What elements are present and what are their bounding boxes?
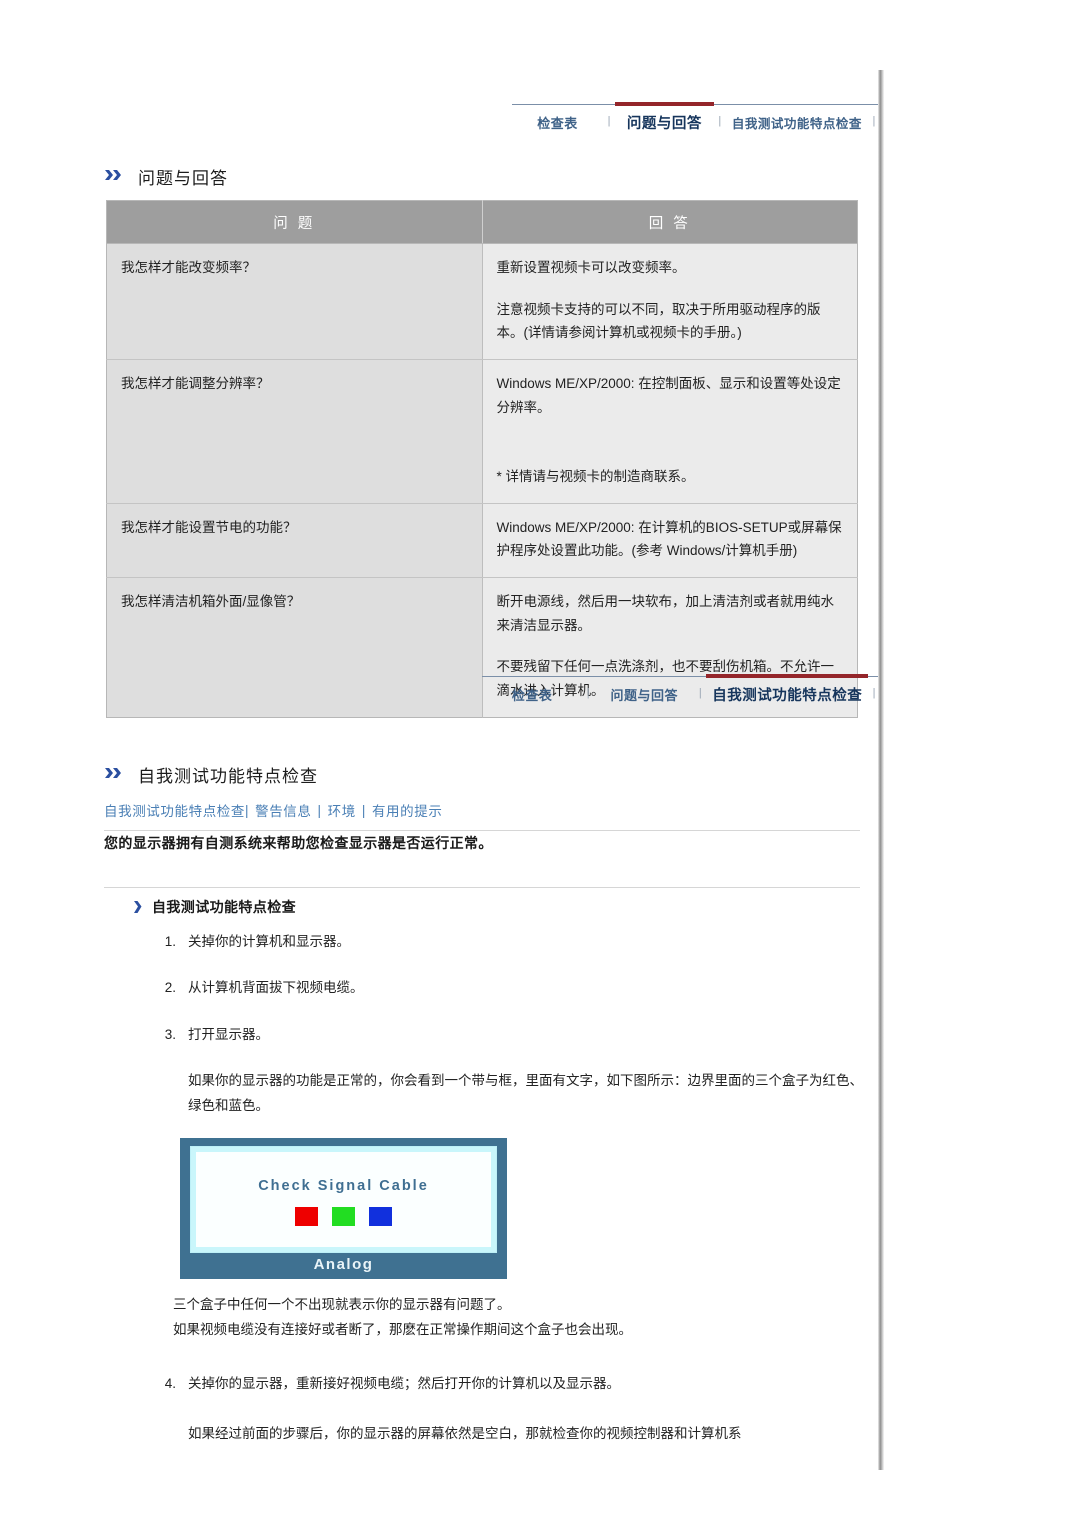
page-right-divider	[878, 70, 884, 1470]
step-number: 4.	[164, 1376, 176, 1391]
nav-separator: |	[586, 687, 590, 699]
subnav-separator: |	[317, 802, 322, 818]
subnav-separator: |	[245, 802, 250, 818]
cell-answer: 重新设置视频卡可以改变频率。 注意视频卡支持的可以不同，取决于所用驱动程序的版本…	[482, 243, 858, 360]
answer-paragraph: 注意视频卡支持的可以不同，取决于所用驱动程序的版本。(详情请参阅计算机或视频卡的…	[496, 301, 821, 341]
section-navbar-selftest: 检查表 | 问题与回答 | 自我测试功能特点检查 |	[482, 674, 880, 711]
column-header-answer: 回 答	[482, 200, 858, 244]
step3-note-text: 如果你的显示器的功能是正常的，你会看到一个带与框，里面有文字，如下图所示：边界里…	[188, 1072, 863, 1113]
cell-answer: Windows ME/XP/2000: 在计算机的BIOS-SETUP或屏幕保护…	[482, 502, 858, 579]
selftest-step4-block: 4. 关掉你的显示器，重新接好视频电缆；然后打开你的计算机以及显示器。 如果经过…	[150, 1372, 870, 1451]
swatch-blue	[369, 1207, 392, 1226]
rgb-swatch-group	[295, 1207, 392, 1226]
nav-separator: |	[698, 687, 702, 699]
analog-label: Analog	[313, 1256, 374, 1273]
divider-below-lead	[104, 887, 860, 888]
table-row: 我怎样才能调整分辨率？ Windows ME/XP/2000: 在控制面板、显示…	[106, 358, 858, 504]
subnav-link-warning[interactable]: 警告信息	[255, 800, 311, 820]
step-text: 关掉你的计算机和显示器。	[188, 934, 350, 949]
subnav-separator: |	[361, 802, 366, 818]
answer-paragraph: 重新设置视频卡可以改变频率。	[496, 260, 686, 275]
manual-page: 检查表 | 问题与回答 | 自我测试功能特点检查 | 问题与回答 问 题 回 答	[0, 0, 880, 1528]
section-navbar-faq: 检查表 | 问题与回答 | 自我测试功能特点检查 |	[512, 102, 880, 139]
swatch-red	[295, 1207, 318, 1226]
nav-tab-checklist[interactable]: 检查表	[512, 105, 603, 139]
single-chevron-icon	[133, 900, 146, 915]
nav-separator: |	[718, 115, 722, 127]
monitor-screen: Check Signal Cable	[196, 1152, 491, 1247]
after-monitor-line: 三个盒子中任何一个不出现就表示你的显示器有问题了。	[173, 1297, 511, 1312]
double-chevron-icon	[104, 765, 128, 785]
subnav-link-useful-tips[interactable]: 有用的提示	[372, 800, 443, 820]
faq-table: 问 题 回 答 我怎样才能改变频率？ 重新设置视频卡可以改变频率。 注意视频卡支…	[106, 200, 858, 718]
check-signal-cable-text: Check Signal Cable	[258, 1178, 429, 1194]
table-header-row: 问 题 回 答	[106, 200, 858, 244]
nav-tab-selftest[interactable]: 自我测试功能特点检查	[706, 674, 869, 711]
step-number: 3.	[164, 1026, 176, 1042]
nav-tab-checklist[interactable]: 检查表	[482, 677, 582, 711]
faq-heading-text: 问题与回答	[138, 169, 228, 188]
nav-tab-selftest[interactable]: 自我测试功能特点检查	[726, 105, 868, 139]
step-number: 1.	[164, 934, 176, 949]
answer-paragraph: 断开电源线，然后用一块软布，加上清洁剂或者就用纯水来清洁显示器。	[496, 594, 835, 633]
list-item: 4. 关掉你的显示器，重新接好视频电缆；然后打开你的计算机以及显示器。	[150, 1372, 870, 1396]
selftest-steps-list: 1. 关掉你的计算机和显示器。 2. 从计算机背面拔下视频电缆。 3. 打开显示…	[150, 930, 870, 1123]
selftest-sub-heading: 自我测试功能特点检查	[133, 897, 296, 917]
answer-paragraph: * 详情请与视频卡的制造商联系。	[496, 469, 695, 485]
subnav-link-selftest[interactable]: 自我测试功能特点检查	[104, 800, 245, 820]
nav-separator: |	[607, 115, 611, 127]
nav-tab-qa[interactable]: 问题与回答	[594, 677, 694, 711]
after-monitor-line: 如果视频电缆没有连接好或者断了，那麽在正常操作期间这个盒子也会出现。	[173, 1321, 632, 1337]
answer-paragraph: Windows ME/XP/2000: 在计算机的BIOS-SETUP或屏幕保护…	[496, 519, 842, 559]
swatch-green	[332, 1207, 355, 1226]
table-row: 我怎样才能设置节电的功能？ Windows ME/XP/2000: 在计算机的B…	[106, 502, 858, 579]
table-row: 我怎样才能改变频率？ 重新设置视频卡可以改变频率。 注意视频卡支持的可以不同，取…	[106, 243, 858, 360]
selftest-sub-heading-text: 自我测试功能特点检查	[152, 899, 296, 915]
selftest-subnav: 自我测试功能特点检查 | 警告信息 | 环境 | 有用的提示	[104, 800, 442, 820]
selftest-section-heading: 自我测试功能特点检查	[104, 762, 318, 787]
step4-note-text: 如果经过前面的步骤后，你的显示器的屏幕依然是空白，那就检查你的视频控制器和计算机…	[188, 1426, 742, 1442]
subnav-link-environment[interactable]: 环境	[328, 800, 356, 820]
answer-paragraph: Windows ME/XP/2000: 在控制面板、显示和设置等处设定分辨率。	[496, 375, 841, 415]
double-chevron-icon	[104, 167, 128, 187]
cell-question: 我怎样才能设置节电的功能？	[106, 502, 483, 579]
cell-question: 我怎样清洁机箱外面/显像管？	[106, 577, 483, 717]
list-item: 3. 打开显示器。	[150, 1023, 870, 1047]
step-number: 2.	[164, 980, 176, 996]
column-header-question: 问 题	[106, 200, 483, 244]
step-text: 关掉你的显示器，重新接好视频电缆；然后打开你的计算机以及显示器。	[188, 1376, 620, 1391]
selftest-heading-text: 自我测试功能特点检查	[138, 767, 318, 786]
cell-answer: Windows ME/XP/2000: 在控制面板、显示和设置等处设定分辨率。 …	[482, 358, 858, 504]
cell-question: 我怎样才能改变频率？	[106, 243, 483, 360]
faq-section-heading: 问题与回答	[104, 164, 228, 189]
monitor-selftest-illustration: Check Signal Cable Analog	[180, 1138, 507, 1279]
divider-above-lead	[104, 830, 860, 831]
after-monitor-notes: 三个盒子中任何一个不出现就表示你的显示器有问题了。 如果视频电缆没有连接好或者断…	[173, 1293, 873, 1343]
nav-tab-qa[interactable]: 问题与回答	[615, 102, 714, 139]
list-item: 1. 关掉你的计算机和显示器。	[150, 930, 870, 954]
step-text: 从计算机背面拔下视频电缆。	[188, 980, 364, 996]
list-item: 2. 从计算机背面拔下视频电缆。	[150, 976, 870, 1000]
step-text: 打开显示器。	[188, 1026, 269, 1042]
selftest-lead-text: 您的显示器拥有自测系统来帮助您检查显示器是否运行正常。	[104, 835, 493, 851]
cell-question: 我怎样才能调整分辨率？	[106, 358, 483, 504]
